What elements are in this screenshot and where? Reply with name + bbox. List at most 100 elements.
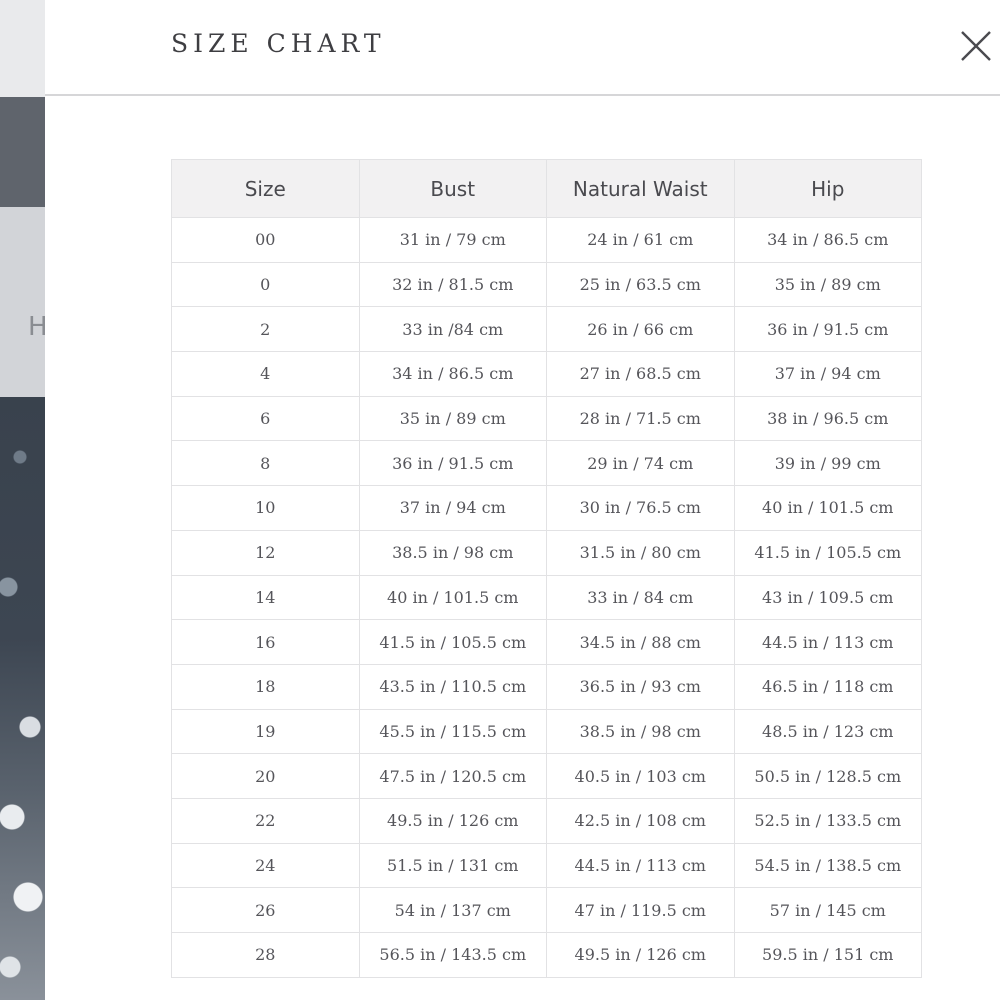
table-row: 16 41.5 in / 105.5 cm 34.5 in / 88 cm 44.5 … bbox=[171, 619, 922, 665]
table-row: 10 37 in / 94 cm 30 in / 76.5 cm 40 in / 10… bbox=[171, 485, 922, 531]
cell-natural-waist: 38.5 in / 98 cm bbox=[546, 708, 735, 755]
background-banner bbox=[0, 97, 45, 207]
table-row: 4 34 in / 86.5 cm 27 in / 68.5 cm 37 in / 9… bbox=[171, 351, 922, 397]
cell-hip: 59.5 in / 151 cm bbox=[733, 932, 922, 978]
cell-size: 0 bbox=[171, 261, 360, 308]
cell-natural-waist: 31.5 in / 80 cm bbox=[546, 529, 735, 576]
cell-bust: 41.5 in / 105.5 cm bbox=[358, 619, 547, 665]
cell-bust: 47.5 in / 120.5 cm bbox=[358, 753, 547, 799]
background-photo bbox=[0, 397, 45, 1000]
cell-hip: 44.5 in / 113 cm bbox=[733, 619, 922, 665]
cell-natural-waist: 24 in / 61 cm bbox=[546, 217, 735, 263]
cell-hip: 34 in / 86.5 cm bbox=[733, 217, 922, 263]
column-header-natural-waist: Natural Waist bbox=[546, 159, 735, 218]
cell-natural-waist: 29 in / 74 cm bbox=[546, 440, 735, 487]
cell-bust: 32 in / 81.5 cm bbox=[358, 261, 547, 308]
table-header-row: Size Bust Natural Waist Hip bbox=[171, 159, 922, 218]
cell-hip: 57 in / 145 cm bbox=[733, 887, 922, 933]
cell-bust: 35 in / 89 cm bbox=[358, 395, 547, 442]
table-row: 12 38.5 in / 98 cm 31.5 in / 80 cm 41.5 in … bbox=[171, 529, 922, 576]
cell-bust: 31 in / 79 cm bbox=[358, 217, 547, 263]
cell-natural-waist: 25 in / 63.5 cm bbox=[546, 261, 735, 308]
cell-natural-waist: 30 in / 76.5 cm bbox=[546, 485, 735, 531]
table-row: 2 33 in /84 cm 26 in / 66 cm 36 in / 91.5 c… bbox=[171, 306, 922, 353]
cell-size: 00 bbox=[171, 217, 360, 263]
table-row: 28 56.5 in / 143.5 cm 49.5 in / 126 cm 59.5… bbox=[171, 932, 922, 978]
column-header-bust: Bust bbox=[358, 159, 547, 218]
cell-size: 24 bbox=[171, 842, 360, 889]
cell-hip: 54.5 in / 138.5 cm bbox=[733, 842, 922, 889]
cell-natural-waist: 42.5 in / 108 cm bbox=[546, 797, 735, 844]
cell-hip: 41.5 in / 105.5 cm bbox=[733, 529, 922, 576]
cell-hip: 38 in / 96.5 cm bbox=[733, 395, 922, 442]
cell-bust: 40 in / 101.5 cm bbox=[358, 574, 547, 621]
cell-natural-waist: 27 in / 68.5 cm bbox=[546, 351, 735, 397]
cell-size: 14 bbox=[171, 574, 360, 621]
cell-size: 18 bbox=[171, 663, 360, 710]
cell-bust: 33 in /84 cm bbox=[358, 306, 547, 353]
cell-size: 4 bbox=[171, 351, 360, 397]
cell-bust: 36 in / 91.5 cm bbox=[358, 440, 547, 487]
cell-bust: 37 in / 94 cm bbox=[358, 485, 547, 531]
cell-size: 8 bbox=[171, 440, 360, 487]
close-button[interactable] bbox=[958, 28, 994, 64]
cell-hip: 46.5 in / 118 cm bbox=[733, 663, 922, 710]
cell-hip: 40 in / 101.5 cm bbox=[733, 485, 922, 531]
table-row: 26 54 in / 137 cm 47 in / 119.5 cm 57 in / … bbox=[171, 887, 922, 933]
cell-size: 20 bbox=[171, 753, 360, 799]
cell-size: 19 bbox=[171, 708, 360, 755]
cell-hip: 48.5 in / 123 cm bbox=[733, 708, 922, 755]
cell-natural-waist: 28 in / 71.5 cm bbox=[546, 395, 735, 442]
cell-natural-waist: 49.5 in / 126 cm bbox=[546, 932, 735, 978]
cell-bust: 54 in / 137 cm bbox=[358, 887, 547, 933]
cell-natural-waist: 33 in / 84 cm bbox=[546, 574, 735, 621]
cell-hip: 39 in / 99 cm bbox=[733, 440, 922, 487]
table-row: 00 31 in / 79 cm 24 in / 61 cm 34 in / 86.5… bbox=[171, 217, 922, 263]
size-chart-table: Size Bust Natural Waist Hip 00 31 in / 79… bbox=[171, 159, 922, 978]
table-row: 20 47.5 in / 120.5 cm 40.5 in / 103 cm 50.5… bbox=[171, 753, 922, 799]
table-row: 19 45.5 in / 115.5 cm 38.5 in / 98 cm 48.5 … bbox=[171, 708, 922, 755]
background-header bbox=[0, 0, 45, 97]
cell-natural-waist: 40.5 in / 103 cm bbox=[546, 753, 735, 799]
cell-bust: 38.5 in / 98 cm bbox=[358, 529, 547, 576]
modal-title: SIZE CHART bbox=[171, 29, 386, 58]
cell-size: 16 bbox=[171, 619, 360, 665]
size-chart-modal: SIZE CHART Size Bust Natural Waist Hip 0… bbox=[45, 0, 1000, 1000]
cell-bust: 49.5 in / 126 cm bbox=[358, 797, 547, 844]
cell-natural-waist: 44.5 in / 113 cm bbox=[546, 842, 735, 889]
table-row: 0 32 in / 81.5 cm 25 in / 63.5 cm 35 in / 8… bbox=[171, 261, 922, 308]
table-row: 6 35 in / 89 cm 28 in / 71.5 cm 38 in / 96.… bbox=[171, 395, 922, 442]
cell-natural-waist: 47 in / 119.5 cm bbox=[546, 887, 735, 933]
table-row: 18 43.5 in / 110.5 cm 36.5 in / 93 cm 46.5 … bbox=[171, 663, 922, 710]
cell-size: 6 bbox=[171, 395, 360, 442]
cell-size: 2 bbox=[171, 306, 360, 353]
cell-hip: 43 in / 109.5 cm bbox=[733, 574, 922, 621]
cell-bust: 34 in / 86.5 cm bbox=[358, 351, 547, 397]
cell-bust: 43.5 in / 110.5 cm bbox=[358, 663, 547, 710]
cell-hip: 35 in / 89 cm bbox=[733, 261, 922, 308]
cell-hip: 52.5 in / 133.5 cm bbox=[733, 797, 922, 844]
cell-hip: 50.5 in / 128.5 cm bbox=[733, 753, 922, 799]
modal-header: SIZE CHART bbox=[45, 0, 1000, 96]
table-row: 14 40 in / 101.5 cm 33 in / 84 cm 43 in / 1… bbox=[171, 574, 922, 621]
cell-hip: 36 in / 91.5 cm bbox=[733, 306, 922, 353]
close-icon bbox=[961, 31, 991, 61]
cell-bust: 45.5 in / 115.5 cm bbox=[358, 708, 547, 755]
cell-natural-waist: 36.5 in / 93 cm bbox=[546, 663, 735, 710]
background-partial-text: H bbox=[28, 312, 45, 342]
table-body: 00 31 in / 79 cm 24 in / 61 cm 34 in / 86.5… bbox=[171, 217, 922, 978]
cell-bust: 56.5 in / 143.5 cm bbox=[358, 932, 547, 978]
cell-natural-waist: 26 in / 66 cm bbox=[546, 306, 735, 353]
cell-size: 28 bbox=[171, 932, 360, 978]
cell-size: 22 bbox=[171, 797, 360, 844]
column-header-size: Size bbox=[171, 159, 360, 218]
table-row: 22 49.5 in / 126 cm 42.5 in / 108 cm 52.5 i… bbox=[171, 797, 922, 844]
table-row: 24 51.5 in / 131 cm 44.5 in / 113 cm 54.5 i… bbox=[171, 842, 922, 889]
cell-size: 26 bbox=[171, 887, 360, 933]
background-page: H bbox=[0, 0, 45, 1000]
cell-hip: 37 in / 94 cm bbox=[733, 351, 922, 397]
table-row: 8 36 in / 91.5 cm 29 in / 74 cm 39 in / 99 … bbox=[171, 440, 922, 487]
background-section bbox=[0, 207, 45, 397]
cell-natural-waist: 34.5 in / 88 cm bbox=[546, 619, 735, 665]
column-header-hip: Hip bbox=[733, 159, 922, 218]
